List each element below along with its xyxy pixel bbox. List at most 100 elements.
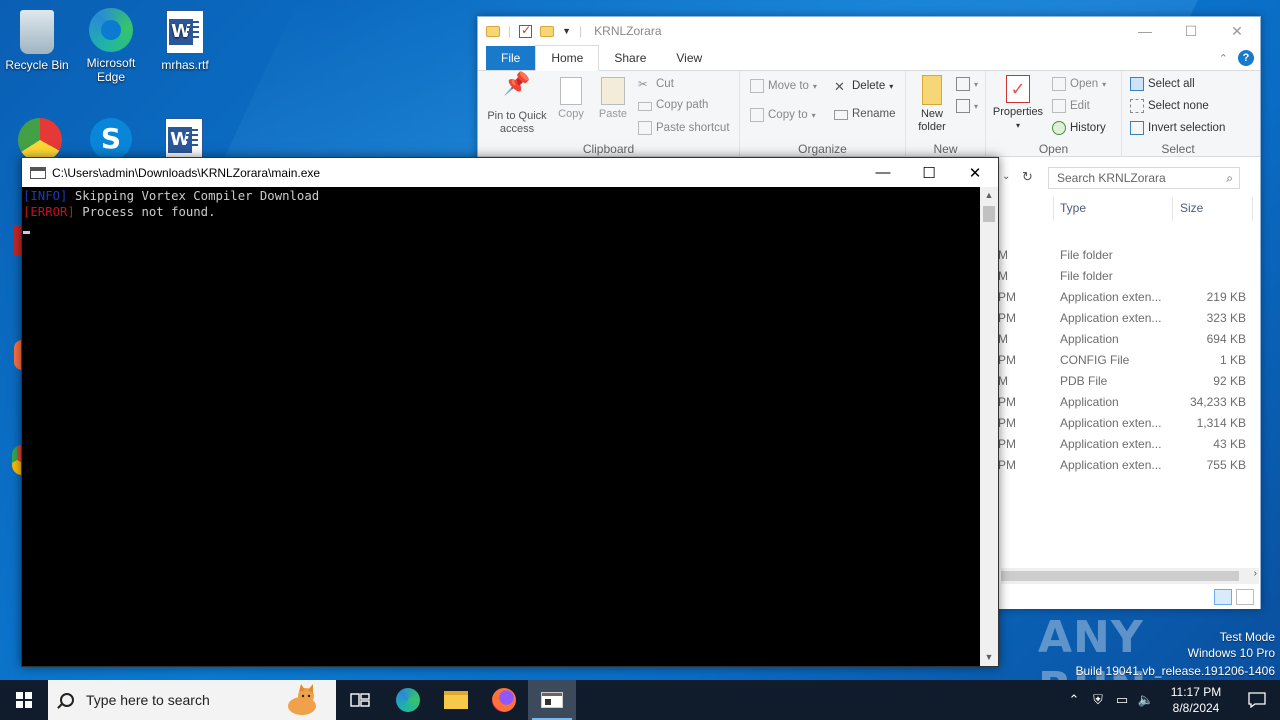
open-group: ✓ Properties ▾ Open ▾ Edit History Open — [986, 71, 1122, 157]
minimize-button[interactable]: — — [1122, 17, 1168, 45]
desktop-icon-label: Recycle Bin — [5, 58, 69, 72]
table-row[interactable]: PM Application exten... 323 KB — [998, 308, 1260, 329]
row-size: 755 KB — [1206, 458, 1246, 472]
security-icon[interactable]: ⛨ — [1086, 692, 1110, 708]
explorer-titlebar[interactable]: | ▼ | KRNLZorara — ☐ ✕ — [478, 17, 1260, 45]
console-titlebar[interactable]: C:\Users\admin\Downloads\KRNLZorara\main… — [22, 158, 998, 187]
new-folder-quick-icon[interactable] — [540, 25, 555, 37]
desktop-icon-edge[interactable]: Microsoft Edge — [74, 8, 148, 84]
collapse-ribbon-icon[interactable]: ⌃ — [1219, 52, 1228, 65]
select-group: Select all Select none Invert selection … — [1122, 71, 1234, 157]
desktop-icon-recycle-bin[interactable]: Recycle Bin — [0, 10, 74, 72]
close-button[interactable]: ✕ — [1214, 17, 1260, 45]
scrollbar-thumb[interactable] — [1001, 571, 1239, 581]
details-view-button[interactable] — [1214, 589, 1232, 605]
table-row[interactable]: PM Application exten... 1,314 KB — [998, 413, 1260, 434]
quick-access-dropdown-icon[interactable]: ▼ — [562, 26, 571, 36]
history-button[interactable]: History — [1052, 121, 1106, 135]
history-icon — [1052, 121, 1066, 135]
table-row[interactable]: PM Application exten... 43 KB — [998, 434, 1260, 455]
select-all-icon — [1130, 77, 1144, 91]
console-line-text: Process not found. — [74, 205, 216, 219]
pin-to-quick-access-button[interactable]: 📌 Pin to Quick access — [484, 73, 550, 136]
show-hidden-icons-icon[interactable]: ⌃ — [1062, 692, 1086, 708]
tab-home[interactable]: Home — [535, 45, 600, 71]
console-output[interactable]: [INFO] Skipping Vortex Compiler Download… — [22, 187, 980, 666]
maximize-button[interactable]: ☐ — [906, 158, 952, 187]
table-row[interactable]: PM CONFIG File 1 KB — [998, 350, 1260, 371]
select-none-button[interactable]: Select none — [1130, 99, 1209, 113]
volume-icon[interactable]: 🔈 — [1134, 692, 1158, 708]
easy-access-button[interactable]: ▾ — [956, 99, 978, 113]
console-line-text: Skipping Vortex Compiler Download — [67, 189, 320, 203]
taskbar-edge[interactable] — [384, 680, 432, 720]
tab-share[interactable]: Share — [599, 46, 661, 70]
console-window[interactable]: C:\Users\admin\Downloads\KRNLZorara\main… — [21, 157, 999, 667]
console-scrollbar[interactable]: ▲ ▼ — [980, 187, 998, 666]
scroll-down-arrow-icon[interactable]: ▼ — [980, 649, 998, 666]
table-row[interactable]: M File folder — [998, 245, 1260, 266]
new-item-button[interactable]: ▾ — [956, 77, 978, 91]
clock[interactable]: 11:17 PM 8/8/2024 — [1158, 684, 1234, 716]
table-row[interactable]: M Application 694 KB — [998, 329, 1260, 350]
new-label: New — [933, 142, 958, 156]
copy-to-button[interactable]: Copy to ▾ — [750, 108, 816, 122]
desktop-icon-mrhas[interactable]: mrhas.rtf — [148, 10, 222, 72]
table-row[interactable]: M PDB File 92 KB — [998, 371, 1260, 392]
taskbar-console[interactable] — [528, 680, 576, 720]
scroll-right-arrow-icon[interactable]: › — [1254, 568, 1257, 579]
word-document-icon-2[interactable] — [165, 118, 203, 162]
column-header-type[interactable]: Type — [1060, 201, 1086, 215]
table-row[interactable]: PM Application exten... 755 KB — [998, 455, 1260, 476]
delete-button[interactable]: ✕ Delete ▾ — [834, 79, 893, 94]
copy-button[interactable]: Copy — [552, 77, 590, 121]
desktop-icon-label: Microsoft Edge — [86, 56, 136, 84]
tab-view[interactable]: View — [661, 46, 717, 70]
organize-group: Move to ▾ Copy to ▾ ✕ Delete ▾ Rename Organi… — [740, 71, 906, 157]
clock-date: 8/8/2024 — [1172, 701, 1220, 715]
copy-path-button[interactable]: Copy path — [638, 99, 708, 111]
select-all-button[interactable]: Select all — [1130, 77, 1195, 91]
skype-icon[interactable]: S — [90, 118, 132, 160]
notifications-button[interactable] — [1234, 692, 1280, 708]
table-row[interactable]: PM Application 34,233 KB — [998, 392, 1260, 413]
task-view-button[interactable] — [336, 680, 384, 720]
tab-file[interactable]: File — [486, 46, 536, 70]
scroll-up-arrow-icon[interactable]: ▲ — [980, 187, 998, 204]
notification-icon — [1248, 692, 1266, 708]
table-row[interactable]: M File folder — [998, 266, 1260, 287]
scrollbar-thumb[interactable] — [983, 206, 995, 222]
taskbar-firefox[interactable] — [480, 680, 528, 720]
start-button[interactable] — [0, 680, 48, 720]
open-button[interactable]: Open ▾ — [1052, 77, 1106, 91]
column-header-size[interactable]: Size — [1180, 201, 1203, 215]
large-icons-view-button[interactable] — [1236, 589, 1254, 605]
address-dropdown-icon[interactable]: ⌄ — [1002, 171, 1010, 182]
paste-shortcut-button[interactable]: Paste shortcut — [638, 121, 730, 135]
new-folder-button[interactable]: New folder — [912, 75, 952, 134]
close-button[interactable]: ✕ — [952, 158, 998, 187]
cut-button[interactable]: ✂ Cut — [638, 77, 674, 91]
organize-label: Organize — [798, 142, 847, 156]
paste-button[interactable]: Paste — [594, 77, 632, 121]
refresh-icon[interactable]: ↻ — [1022, 169, 1033, 185]
table-row[interactable]: PM Application exten... 219 KB — [998, 287, 1260, 308]
properties-button[interactable]: ✓ Properties ▾ — [990, 75, 1046, 132]
edit-button[interactable]: Edit — [1052, 99, 1090, 113]
easy-access-icon — [956, 99, 970, 113]
maximize-button[interactable]: ☐ — [1168, 17, 1214, 45]
network-icon[interactable]: ▭ — [1110, 692, 1134, 708]
help-icon[interactable]: ? — [1238, 50, 1254, 66]
taskbar-search[interactable]: Type here to search — [48, 680, 336, 720]
invert-selection-button[interactable]: Invert selection — [1130, 121, 1225, 135]
move-to-button[interactable]: Move to ▾ — [750, 79, 817, 93]
minimize-button[interactable]: — — [860, 158, 906, 187]
test-mode-text: Test Mode — [1219, 630, 1275, 644]
horizontal-scrollbar[interactable]: › — [1001, 568, 1259, 584]
search-input[interactable]: Search KRNLZorara ⌕ — [1048, 167, 1240, 189]
ccleaner-icon[interactable] — [18, 118, 62, 162]
vlc-icon[interactable] — [8, 580, 22, 610]
taskbar-file-explorer[interactable] — [432, 680, 480, 720]
rename-button[interactable]: Rename — [834, 108, 895, 120]
properties-quick-icon[interactable] — [519, 23, 533, 38]
